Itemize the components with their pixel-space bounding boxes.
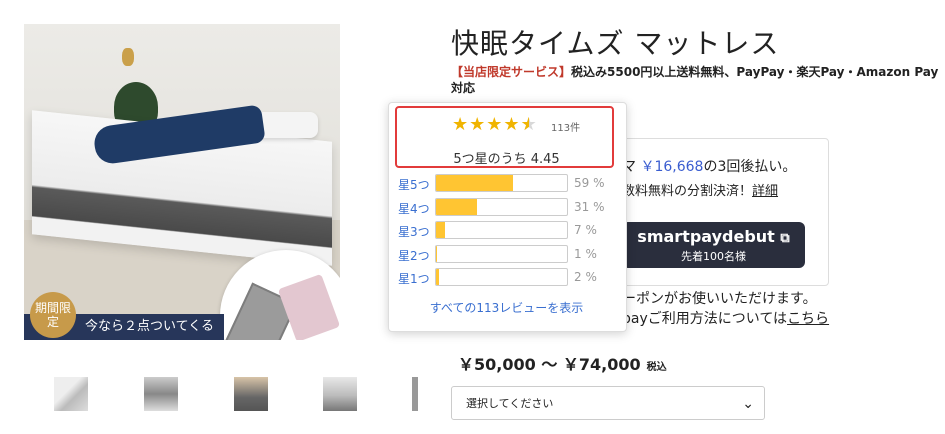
rating-row-bar [435, 268, 568, 286]
thumbnail-5[interactable] [412, 377, 418, 411]
variant-select-placeholder: 選択してください [466, 397, 554, 410]
variant-select[interactable]: 選択してください ⌄ [451, 386, 765, 420]
thumbnail-1-image [54, 377, 88, 411]
rating-row-label[interactable]: 星3つ [398, 223, 430, 240]
thumbnail-2-image [144, 377, 178, 411]
howto-text: payご利用方法については [622, 311, 788, 327]
rating-row-bar-fill [436, 222, 446, 238]
smartpay-limited-text: 先着100名様 [681, 250, 746, 263]
rating-row[interactable]: 星2つ 1 % [398, 244, 608, 265]
thumbnail-3-image [234, 377, 268, 411]
pink-cover-illustration [277, 273, 340, 340]
rating-row-bar-fill [436, 269, 439, 285]
rating-row-percent: 31 % [574, 199, 605, 214]
coupon-text: ーポンがお使いいただけます。 [622, 291, 817, 307]
service-label: 【当店限定サービス】 [451, 65, 572, 79]
product-title: 快眠タイムズ マットレス [451, 27, 780, 60]
rating-row-label[interactable]: 星2つ [398, 247, 430, 264]
thumbnail-3[interactable] [234, 377, 268, 411]
rating-row-bar-fill [436, 198, 477, 215]
copy-icon: ⧉ [780, 231, 790, 246]
limited-badge: 期間限定 [30, 292, 76, 338]
thumbnail-1[interactable] [54, 377, 88, 411]
smartpay-howto: payご利用方法についてはこちら [622, 308, 829, 328]
rating-row-percent: 7 % [574, 223, 597, 237]
thumbnail-2[interactable] [144, 377, 178, 411]
thumbnail-5-image [412, 377, 418, 411]
rating-row-bar-fill [436, 245, 438, 262]
rating-row-bar [435, 197, 568, 216]
rating-row-percent: 2 % [574, 270, 597, 284]
chevron-down-icon: ⌄ [742, 396, 754, 412]
rating-row[interactable]: 星4つ 31 % [398, 197, 608, 218]
smartpay-button[interactable]: smartpaydebut ⧉ 先着100名様 [622, 222, 805, 268]
lamp-illustration [122, 48, 134, 66]
all-reviews-link[interactable]: すべての113レビューを表示 [388, 299, 625, 316]
smartpay-line1-suffix: の3回後払い。 [703, 159, 797, 175]
rating-row[interactable]: 星5つ 59 % [398, 174, 608, 194]
product-main-image[interactable]: 今なら２点ついてくる 期間限定 [24, 24, 340, 340]
price-range-value: ￥50,000 〜 ￥74,000 [458, 355, 641, 374]
rating-row-bar-fill [436, 175, 514, 191]
thumbnail-4-image [323, 377, 357, 411]
rating-row-label[interactable]: 星5つ [398, 176, 430, 193]
smartpay-logo-text: smartpaydebut [637, 227, 775, 246]
rating-row-bar [435, 244, 568, 263]
smartpay-logo: smartpaydebut ⧉ [622, 227, 805, 246]
thumbnail-4[interactable] [323, 377, 357, 411]
rating-row[interactable]: 星3つ 7 % [398, 221, 608, 241]
rating-row[interactable]: 星1つ 2 % [398, 268, 608, 288]
tax-label: 税込 [646, 362, 667, 373]
smartpay-installment-price: ￥16,668 [640, 159, 704, 175]
rating-row-percent: 1 % [574, 246, 597, 261]
smartpay-fee-label: 数料無料の分割決済！ [622, 184, 753, 199]
rating-row-label[interactable]: 星1つ [398, 270, 430, 287]
rating-row-label[interactable]: 星4つ [398, 200, 430, 217]
smartpay-installment-text: マ ￥16,668の3回後払い。 [622, 156, 796, 176]
smartpay-details-link[interactable]: 詳細 [752, 184, 778, 199]
service-notice: 【当店限定サービス】税込み5500円以上送料無料、PayPay・楽天Pay・Am… [451, 64, 941, 96]
price-range: ￥50,000 〜 ￥74,000 税込 [458, 351, 667, 375]
rating-row-bar [435, 174, 568, 192]
smartpay-fee-text: 数料無料の分割決済！詳細 [622, 180, 778, 199]
rating-row-bar [435, 221, 568, 239]
howto-link[interactable]: こちら [787, 311, 829, 327]
rating-row-percent: 59 % [574, 176, 605, 190]
rating-highlight-box [395, 106, 614, 168]
